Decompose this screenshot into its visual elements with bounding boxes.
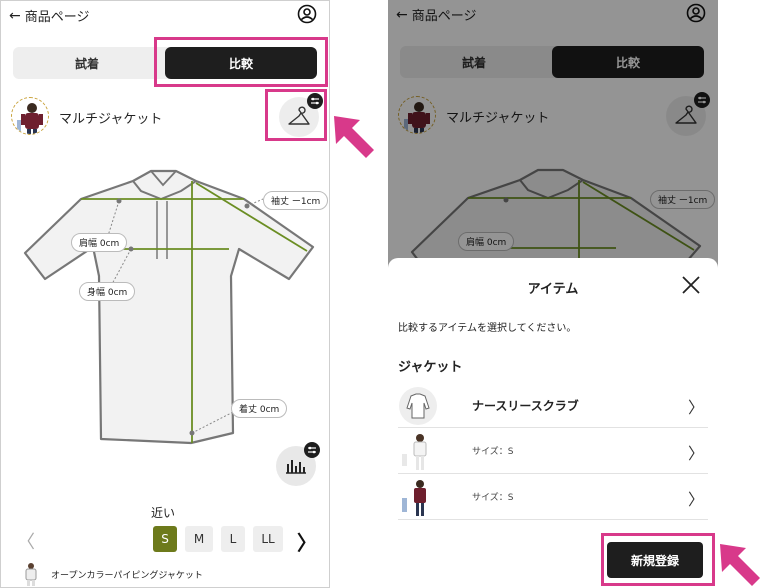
size-selector: 〈 S M L LL 〉 <box>13 526 323 555</box>
item-label: ナースリースクラブ <box>472 399 579 413</box>
item-row[interactable]: サイズ：S 〉 <box>398 428 708 474</box>
fit-label: 近い <box>151 506 176 520</box>
product-avatar <box>11 97 49 135</box>
size-chip-s[interactable]: S <box>153 526 177 552</box>
sheet-description: 比較するアイテムを選択してください。 <box>398 323 577 334</box>
chart-button[interactable] <box>276 442 320 486</box>
tab-try-on[interactable]: 試着 <box>13 47 161 79</box>
shoulder-measurement-label: 肩幅 0cm <box>71 233 128 252</box>
chevron-right-icon: 〉 <box>687 398 704 417</box>
pink-arrow-icon <box>334 116 374 158</box>
sleeve-measurement-label: 袖丈 ー1cm <box>263 191 329 210</box>
back-label: 商品ページ <box>24 10 90 25</box>
close-icon[interactable] <box>680 274 702 296</box>
item-row[interactable]: サイズ：S 〉 <box>398 474 708 520</box>
item-thumbnail <box>399 387 437 425</box>
highlight-compare-tab <box>154 37 328 87</box>
highlight-new-register-button <box>601 533 715 586</box>
bottom-product-name: オープンカラーパイピングジャケット <box>51 570 203 581</box>
sheet-title: アイテム <box>527 282 579 297</box>
item-label: サイズ：S <box>472 447 514 457</box>
highlight-hanger-button <box>265 89 327 141</box>
chevron-left-icon[interactable]: 〈 <box>17 528 35 554</box>
size-chip-l[interactable]: L <box>221 526 245 552</box>
back-arrow-icon: ← <box>9 7 21 24</box>
chevron-right-icon[interactable]: 〉 <box>297 527 317 556</box>
size-chip-ll[interactable]: LL <box>253 526 283 552</box>
chest-measurement-label: 身幅 0cm <box>79 282 136 301</box>
item-thumbnail <box>402 434 427 470</box>
chevron-right-icon: 〉 <box>687 444 704 463</box>
product-name: マルチジャケット <box>59 112 163 127</box>
settings-badge-icon <box>304 442 320 458</box>
user-icon[interactable] <box>297 4 317 24</box>
compare-screen-right: ← 商品ページ 試着 比較 マルチジャケット 袖丈 ー1cm 肩幅 0cm アイ… <box>388 0 718 588</box>
top-bar: ← 商品ページ <box>1 1 329 31</box>
length-measurement-label: 着丈 0cm <box>231 399 288 418</box>
category-heading: ジャケット <box>398 360 463 375</box>
back-link[interactable]: ← 商品ページ <box>9 6 90 26</box>
item-row[interactable]: ナースリースクラブ 〉 <box>398 382 708 428</box>
bottom-product-item[interactable]: オープンカラーパイピングジャケット <box>21 562 203 586</box>
item-label: サイズ：S <box>472 493 514 503</box>
item-thumbnail <box>402 480 426 516</box>
pink-arrow-icon <box>720 544 760 586</box>
chevron-right-icon: 〉 <box>687 490 704 509</box>
product-thumbnail <box>25 563 37 586</box>
size-chip-m[interactable]: M <box>185 526 213 552</box>
